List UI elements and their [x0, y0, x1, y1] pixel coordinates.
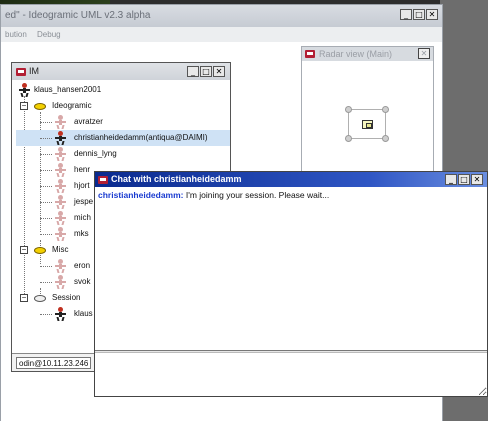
- buddy-label: christianheidedamm(antiqua@DAIMI): [74, 133, 208, 142]
- user-offline-icon: [54, 179, 66, 193]
- diagram-thumbnail-icon: [362, 120, 373, 129]
- viewport-handle[interactable]: [345, 106, 352, 113]
- user-online-icon: [18, 83, 30, 97]
- maximize-button[interactable]: □: [200, 66, 212, 77]
- collapse-icon[interactable]: −: [20, 102, 28, 110]
- buddy-label: dennis_lyng: [74, 149, 117, 158]
- collapse-icon[interactable]: −: [20, 246, 28, 254]
- user-offline-icon: [54, 195, 66, 209]
- radar-viewport-frame[interactable]: [345, 106, 389, 142]
- collapse-icon[interactable]: −: [20, 294, 28, 302]
- minimize-button[interactable]: _: [400, 9, 412, 20]
- connection-status: odin@10.11.23.246: [16, 357, 92, 369]
- buddy-label: mks: [74, 229, 89, 238]
- chat-titlebar[interactable]: Chat with christianheidedamm _ □ ✕: [95, 172, 487, 187]
- user-online-icon: [54, 307, 66, 321]
- user-offline-icon: [54, 227, 66, 241]
- main-window-title: ed" - Ideogramic UML v2.3 alpha: [5, 10, 151, 21]
- buddy-label: henr: [74, 165, 91, 174]
- buddy-label: mich: [74, 213, 91, 222]
- session-icon: [34, 295, 46, 302]
- chat-window: Chat with christianheidedamm _ □ ✕ chris…: [94, 171, 488, 397]
- menu-debug[interactable]: Debug: [37, 30, 61, 39]
- menu-distribution[interactable]: bution: [5, 30, 27, 39]
- group-label: Ideogramic: [52, 101, 92, 110]
- tree-line: [40, 170, 52, 171]
- tree-line: [40, 282, 52, 283]
- tree-line: [40, 266, 52, 267]
- main-window-titlebar[interactable]: ed" - Ideogramic UML v2.3 alpha _ □ ✕: [1, 5, 442, 27]
- user-offline-icon: [54, 275, 66, 289]
- tree-line: [40, 218, 52, 219]
- main-window-controls: _ □ ✕: [400, 9, 438, 20]
- chat-message-input[interactable]: [95, 353, 487, 396]
- tree-line: [40, 154, 52, 155]
- tree-line: [40, 314, 52, 315]
- minimize-button[interactable]: _: [187, 66, 199, 77]
- root-user-label: klaus_hansen2001: [34, 85, 102, 94]
- chat-window-controls: _ □ ✕: [445, 174, 483, 185]
- buddy-label: jespe: [74, 197, 94, 206]
- viewport-handle[interactable]: [382, 106, 389, 113]
- tree-line: [40, 186, 52, 187]
- viewport-handle[interactable]: [345, 135, 352, 142]
- buddy-item[interactable]: avratzer: [16, 114, 230, 130]
- viewport-handle[interactable]: [382, 135, 389, 142]
- chat-log[interactable]: christianheidedamm: I'm joining your ses…: [95, 187, 487, 350]
- buddy-item[interactable]: dennis_lyng: [16, 146, 230, 162]
- buddy-label: eron: [74, 261, 91, 270]
- user-offline-icon: [54, 211, 66, 225]
- close-button[interactable]: ✕: [471, 174, 483, 185]
- close-button[interactable]: ✕: [426, 9, 438, 20]
- maximize-button[interactable]: □: [413, 9, 425, 20]
- group-label: Misc: [52, 245, 69, 254]
- tree-line: [40, 202, 52, 203]
- app-icon: [16, 68, 26, 76]
- buddy-label: svok: [74, 277, 91, 286]
- buddy-label: klaus: [74, 309, 93, 318]
- user-offline-icon: [54, 163, 66, 177]
- user-online-icon: [54, 131, 66, 145]
- minimize-button[interactable]: _: [445, 174, 457, 185]
- user-offline-icon: [54, 147, 66, 161]
- tree-line: [40, 122, 52, 123]
- user-offline-icon: [54, 259, 66, 273]
- tree-group-ideogramic[interactable]: − Ideogramic: [16, 98, 230, 114]
- im-window-controls: _ □ ✕: [187, 66, 225, 77]
- close-button[interactable]: ✕: [213, 66, 225, 77]
- buddy-item-selected[interactable]: christianheidedamm(antiqua@DAIMI): [16, 130, 230, 146]
- group-icon: [34, 247, 46, 254]
- radar-view-titlebar[interactable]: Radar view (Main) ✕: [302, 47, 433, 61]
- group-label: Session: [52, 293, 81, 302]
- tree-line: [40, 234, 52, 235]
- message-text: I'm joining your session. Please wait...: [183, 190, 330, 200]
- group-icon: [34, 103, 46, 110]
- radar-close-button[interactable]: ✕: [418, 48, 430, 59]
- radar-view-title: Radar view (Main): [319, 49, 393, 59]
- im-titlebar[interactable]: IM _ □ ✕: [12, 63, 230, 80]
- im-title: IM: [29, 66, 39, 76]
- tree-line: [40, 138, 52, 139]
- app-icon: [98, 176, 108, 184]
- chat-title: Chat with christianheidedamm: [111, 174, 242, 184]
- menu-bar: bution Debug: [1, 27, 442, 42]
- maximize-button[interactable]: □: [458, 174, 470, 185]
- buddy-label: hjort: [74, 181, 90, 190]
- message-sender: christianheidedamm:: [98, 190, 184, 200]
- tree-root-user[interactable]: klaus_hansen2001: [16, 82, 230, 98]
- buddy-label: avratzer: [74, 117, 103, 126]
- user-offline-icon: [54, 115, 66, 129]
- app-icon: [305, 50, 315, 58]
